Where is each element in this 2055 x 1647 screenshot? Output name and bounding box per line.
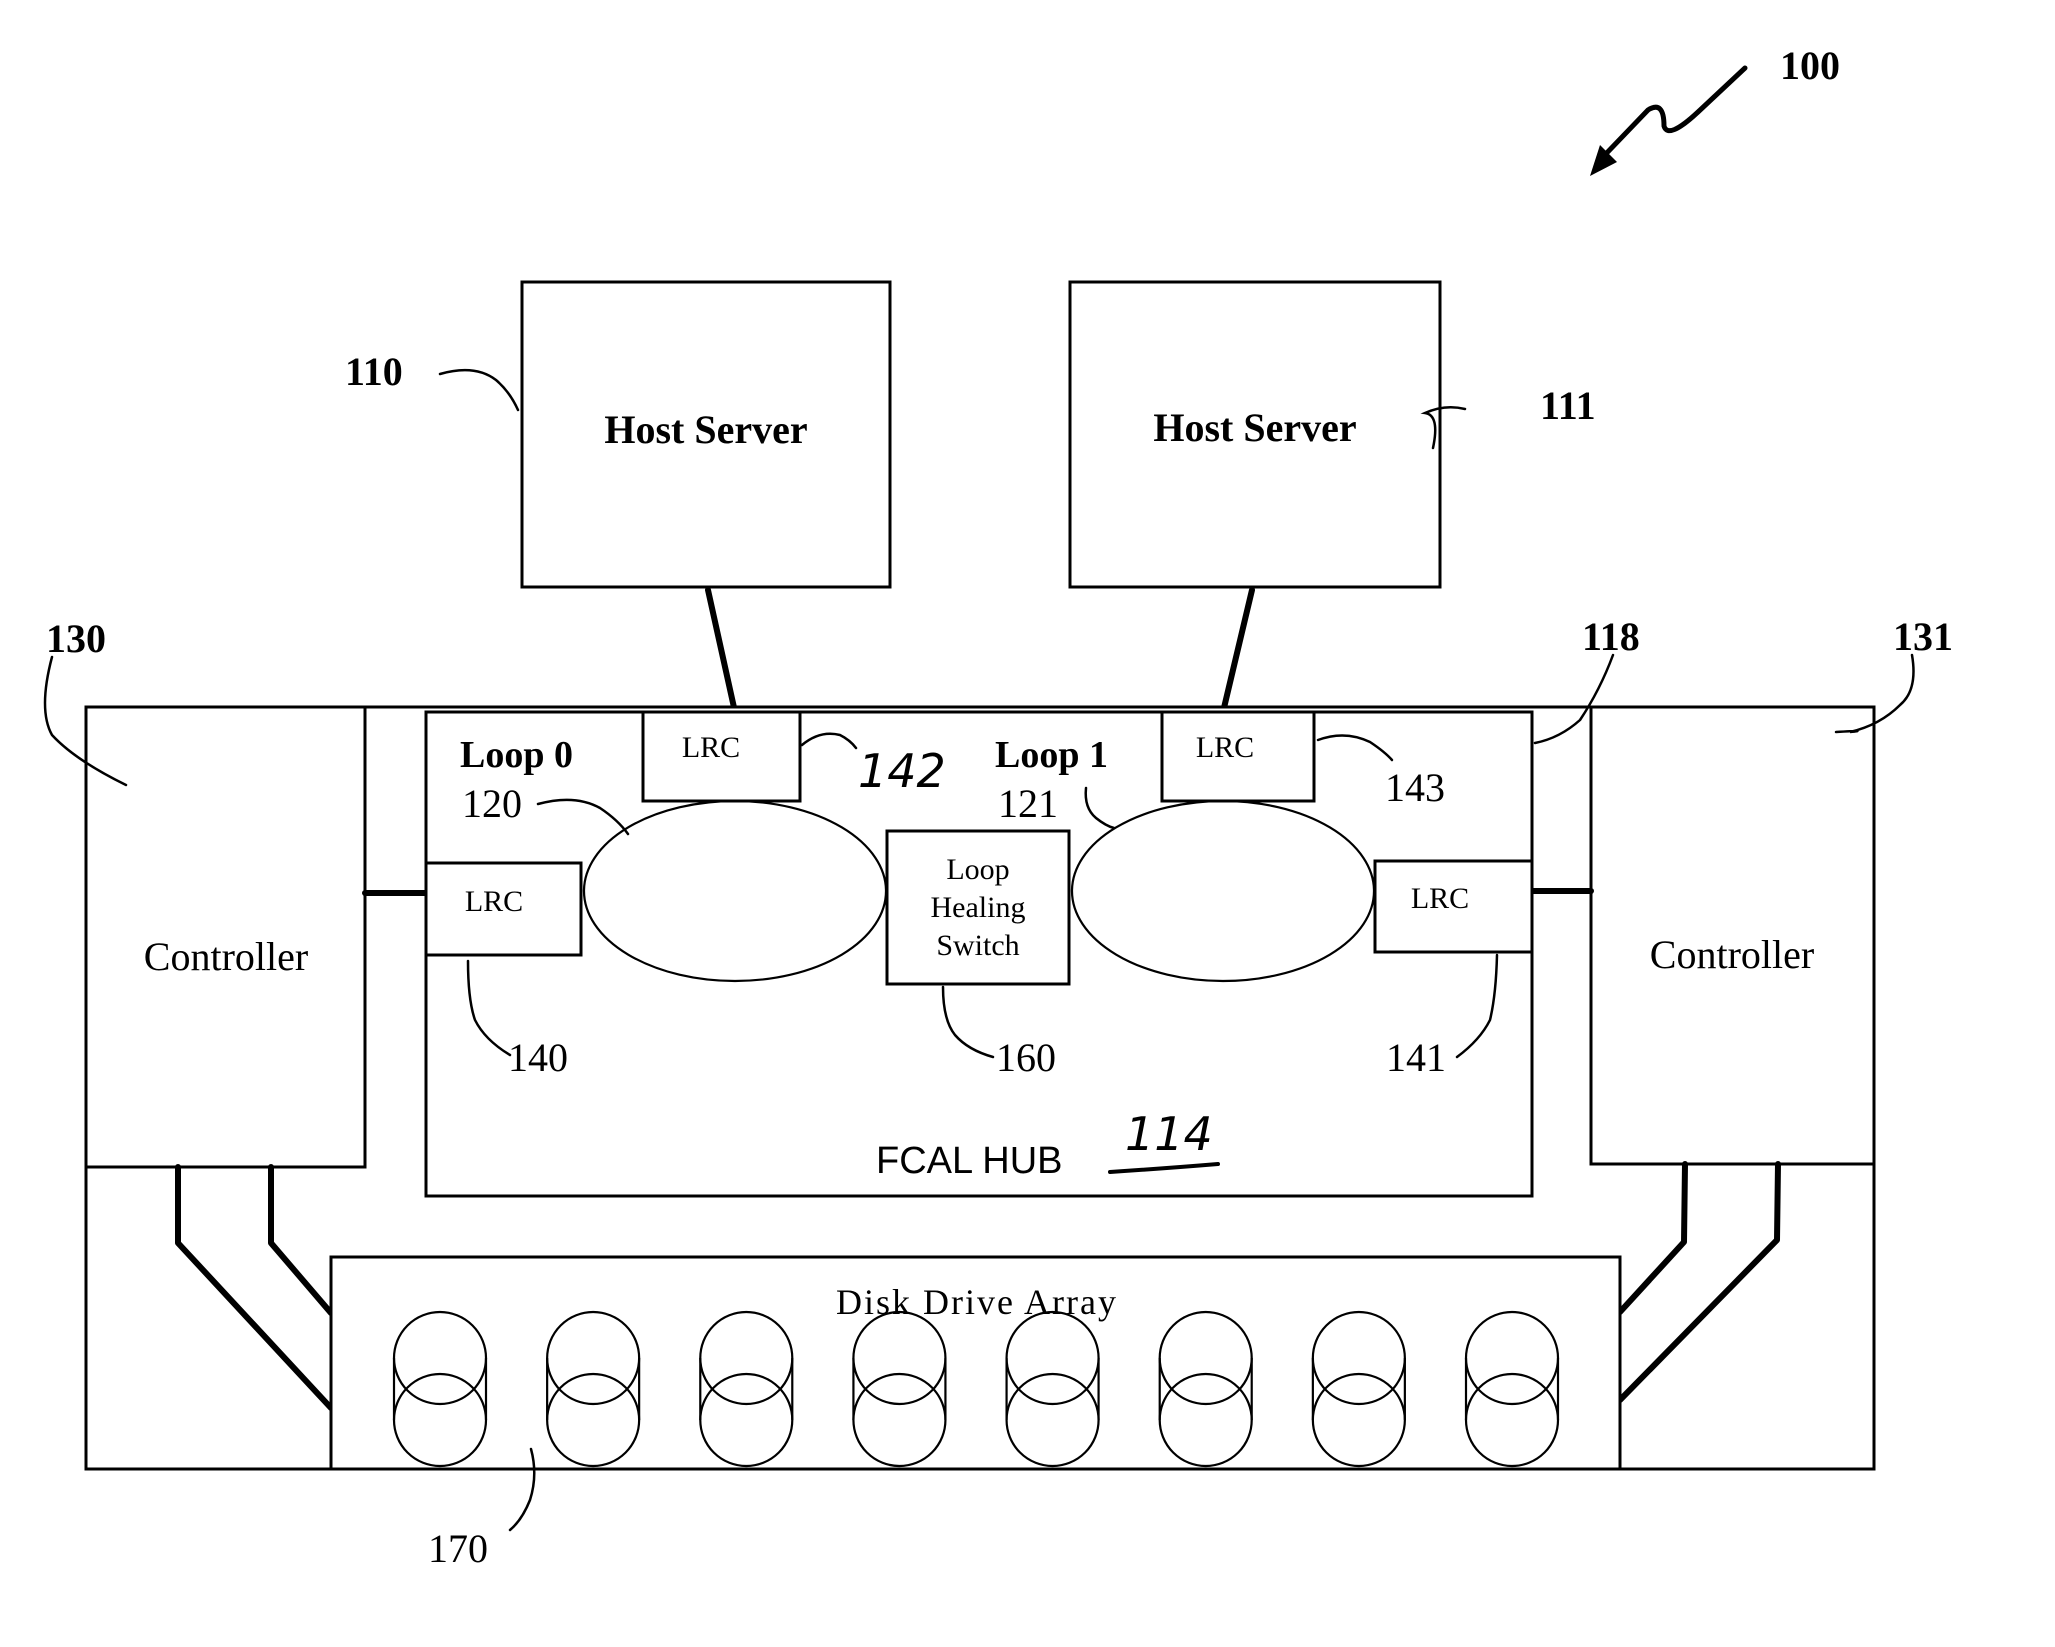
host-server-111[interactable]: Host Server — [1068, 280, 1442, 589]
disk-drive-array: Disk Drive Array — [329, 1255, 1622, 1471]
fcal-hub-ref: 114 — [1125, 1107, 1213, 1161]
ref-130: 130 — [46, 616, 106, 661]
loop-0-label: Loop 0 — [460, 734, 573, 776]
fcal-hub-label: FCAL HUB — [876, 1140, 1063, 1182]
ref-118: 118 — [1582, 614, 1640, 659]
ref-140: 140 — [508, 1035, 568, 1080]
ref-160: 160 — [996, 1035, 1056, 1080]
ref-170: 170 — [428, 1526, 488, 1571]
ref-131: 131 — [1893, 614, 1953, 659]
fcal-system-diagram: 100 Host Server 110 Host Server 111 Cont… — [43, 43, 1953, 1571]
ref-121: 121 — [998, 781, 1058, 826]
ref-142: 142 — [858, 744, 946, 798]
controller-label: Controller — [1650, 932, 1814, 977]
ref-111: 111 — [1540, 383, 1596, 428]
lrc-140[interactable]: LRC — [424, 861, 583, 957]
host-server-110[interactable]: Host Server — [520, 280, 892, 589]
figure-ref-100: 100 — [1590, 43, 1840, 176]
lrc-143[interactable]: LRC — [1160, 710, 1316, 803]
host-server-label: Host Server — [604, 407, 807, 452]
host-110-link — [705, 587, 738, 715]
ref-110: 110 — [345, 349, 403, 394]
lrc-label: LRC — [682, 731, 740, 764]
controller-130[interactable]: Controller — [84, 705, 367, 1169]
switch-label-line-2: Healing — [931, 891, 1026, 924]
controller-131[interactable]: Controller — [1589, 705, 1876, 1166]
switch-label-line-3: Switch — [936, 929, 1019, 962]
lrc-label: LRC — [1196, 731, 1254, 764]
figure-ref-label: 100 — [1780, 43, 1840, 88]
lrc-label: LRC — [1411, 882, 1469, 915]
loop-healing-switch[interactable]: Loop Healing Switch — [885, 829, 1071, 986]
controller-label: Controller — [144, 934, 308, 979]
lrc-142[interactable]: LRC — [641, 710, 802, 803]
switch-label-line-1: Loop — [946, 853, 1009, 886]
host-server-label: Host Server — [1153, 405, 1356, 450]
host-111-link — [1220, 587, 1255, 715]
ref-141: 141 — [1386, 1035, 1446, 1080]
loop-1-label: Loop 1 — [995, 734, 1108, 776]
leader-110 — [438, 368, 520, 412]
lrc-label: LRC — [465, 885, 523, 918]
lrc-141[interactable]: LRC — [1373, 859, 1534, 954]
ref-143: 143 — [1385, 765, 1445, 810]
ref-120: 120 — [462, 781, 522, 826]
figure-squiggle-arrow-icon — [1597, 65, 1748, 163]
